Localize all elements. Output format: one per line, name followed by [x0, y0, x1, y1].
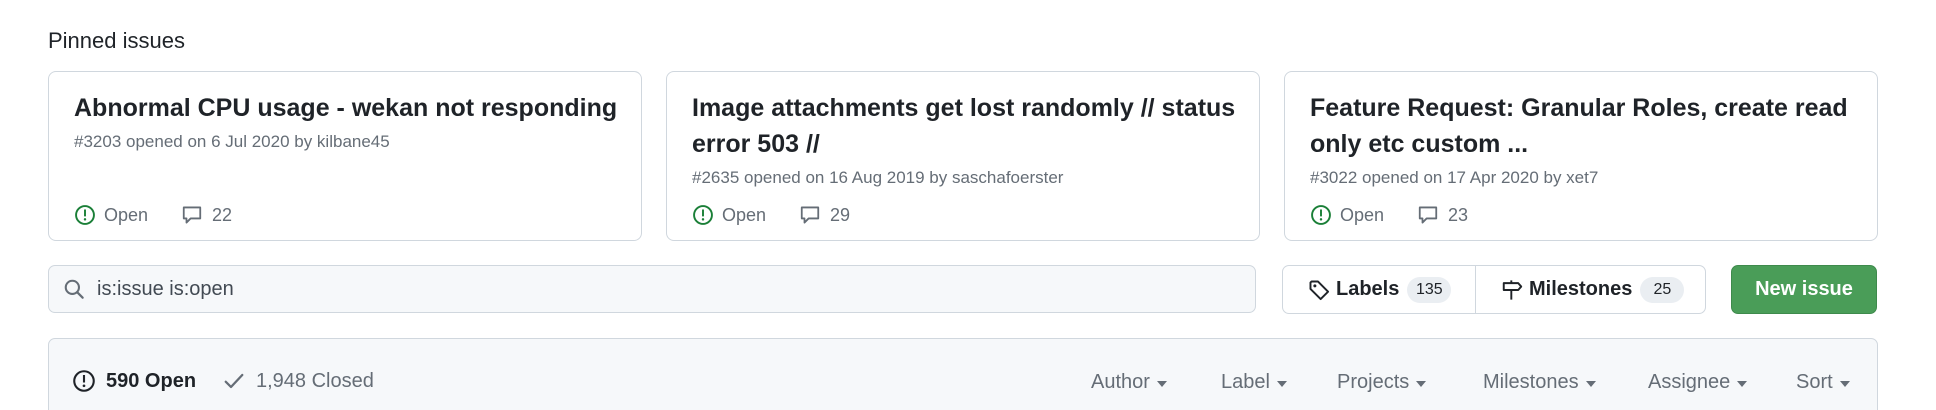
search-input[interactable]: [97, 269, 1255, 309]
issue-meta: #3203 opened on 6 Jul 2020 by kilbane45: [74, 132, 390, 151]
comment-count[interactable]: 29: [830, 205, 850, 226]
issue-status: Open: [1340, 204, 1385, 225]
filter-label: Label: [1221, 371, 1270, 393]
issue-meta: #2635 opened on 16 Aug 2019 by saschafoe…: [692, 168, 1064, 187]
check-icon: [224, 373, 244, 389]
comment-count[interactable]: 22: [212, 205, 232, 226]
issue-title-link[interactable]: Image attachments get lost randomly // s…: [692, 90, 1242, 162]
issue-footer: Open 23: [1310, 203, 1468, 227]
labels-count: 135: [1407, 276, 1452, 303]
comment-count[interactable]: 23: [1448, 205, 1468, 226]
new-issue-button[interactable]: New issue: [1731, 265, 1877, 314]
filter-label: Projects: [1337, 371, 1410, 393]
issue-footer: Open 29: [692, 203, 850, 227]
comment-icon[interactable]: [1416, 204, 1440, 226]
issue-open-icon: [1311, 205, 1331, 225]
labels-button[interactable]: Labels 135: [1283, 266, 1476, 313]
chevron-down-icon: [1416, 380, 1427, 387]
filter-label: Sort: [1796, 371, 1833, 393]
closed-issues-tab[interactable]: 1,948 Closed: [222, 369, 374, 393]
comment-icon[interactable]: [798, 204, 822, 226]
closed-count-label: 1,948 Closed: [256, 369, 374, 392]
pinned-issues-heading: Pinned issues: [48, 28, 185, 53]
sort-filter[interactable]: Sort: [1796, 371, 1850, 394]
pinned-issue-card[interactable]: Abnormal CPU usage - wekan not respondin…: [48, 71, 642, 241]
milestones-count: 25: [1640, 276, 1685, 303]
assignee-filter[interactable]: Assignee: [1648, 371, 1748, 394]
issue-title-link[interactable]: Abnormal CPU usage - wekan not respondin…: [74, 90, 624, 126]
tag-icon: [1309, 280, 1330, 300]
issue-footer: Open 22: [74, 203, 232, 227]
chevron-down-icon: [1156, 380, 1167, 387]
issue-open-icon: [75, 205, 95, 225]
search-icon: [64, 279, 84, 299]
chevron-down-icon: [1839, 380, 1850, 387]
issue-status: Open: [104, 204, 149, 225]
projects-filter[interactable]: Projects: [1337, 371, 1427, 394]
filter-label: Milestones: [1483, 371, 1579, 393]
milestones-filter[interactable]: Milestones: [1483, 371, 1596, 394]
comment-icon[interactable]: [180, 204, 204, 226]
filter-label: Author: [1091, 371, 1150, 393]
chevron-down-icon: [1585, 380, 1596, 387]
milestones-button[interactable]: Milestones 25: [1476, 266, 1685, 313]
label-filter[interactable]: Label: [1221, 371, 1287, 394]
open-count-label: 590 Open: [106, 369, 197, 392]
filter-label: Assignee: [1648, 371, 1731, 393]
pinned-issue-card[interactable]: Feature Request: Granular Roles, create …: [1284, 71, 1878, 241]
issue-status: Open: [722, 204, 767, 225]
issue-title-link[interactable]: Feature Request: Granular Roles, create …: [1310, 90, 1860, 162]
issue-meta: #3022 opened on 17 Apr 2020 by xet7: [1310, 168, 1599, 187]
chevron-down-icon: [1276, 380, 1287, 387]
author-filter[interactable]: Author: [1091, 371, 1167, 394]
milestones-label: Milestones: [1529, 278, 1633, 300]
milestone-icon: [1502, 279, 1523, 300]
issue-search-box[interactable]: [48, 265, 1256, 313]
issue-open-icon: [73, 370, 95, 392]
issue-open-icon: [693, 205, 713, 225]
chevron-down-icon: [1737, 380, 1748, 387]
labels-label: Labels: [1336, 278, 1400, 300]
pinned-issue-card[interactable]: Image attachments get lost randomly // s…: [666, 71, 1260, 241]
issues-list-header: 590 Open 1,948 Closed Author Label Proje…: [48, 338, 1878, 410]
labels-milestones-nav: Labels 135 Milestones 25: [1282, 265, 1706, 314]
open-issues-tab[interactable]: 590 Open: [72, 369, 196, 393]
